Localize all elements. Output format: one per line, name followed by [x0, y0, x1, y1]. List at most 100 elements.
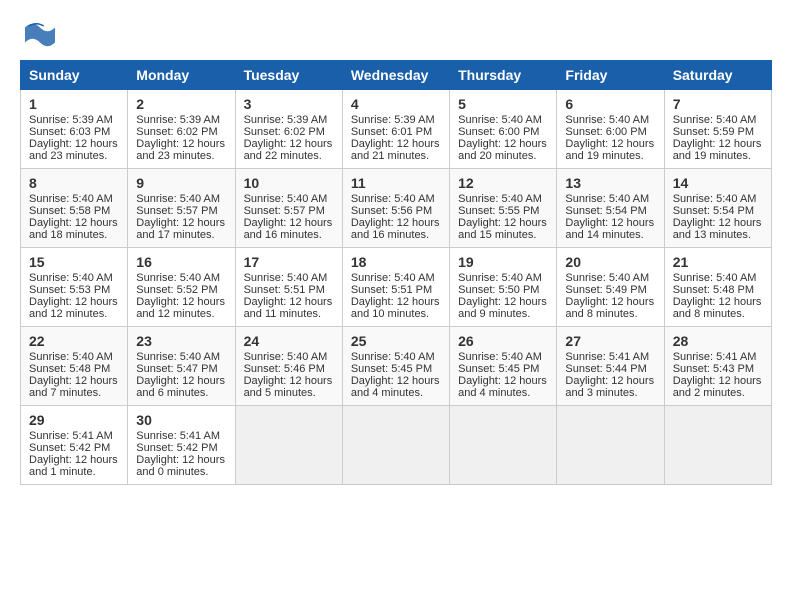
sunrise-text: Sunrise: 5:39 AM	[244, 114, 328, 126]
calendar-cell: 27 Sunrise: 5:41 AM Sunset: 5:44 PM Dayl…	[557, 327, 664, 406]
day-of-week-header: Friday	[557, 61, 664, 90]
sunset-text: Sunset: 5:54 PM	[565, 205, 646, 217]
sunrise-text: Sunrise: 5:39 AM	[351, 114, 435, 126]
calendar-cell	[450, 406, 557, 485]
day-number: 16	[136, 254, 226, 270]
calendar-cell: 16 Sunrise: 5:40 AM Sunset: 5:52 PM Dayl…	[128, 248, 235, 327]
page-header	[20, 20, 772, 50]
sunrise-text: Sunrise: 5:41 AM	[29, 430, 113, 442]
daylight-text: Daylight: 12 hours and 23 minutes.	[136, 138, 225, 162]
sunset-text: Sunset: 5:57 PM	[244, 205, 325, 217]
days-of-week-row: SundayMondayTuesdayWednesdayThursdayFrid…	[21, 61, 772, 90]
calendar-cell: 3 Sunrise: 5:39 AM Sunset: 6:02 PM Dayli…	[235, 90, 342, 169]
day-number: 15	[29, 254, 119, 270]
sunset-text: Sunset: 6:03 PM	[29, 126, 110, 138]
logo-icon	[20, 20, 60, 50]
sunrise-text: Sunrise: 5:41 AM	[136, 430, 220, 442]
sunrise-text: Sunrise: 5:40 AM	[244, 193, 328, 205]
calendar-cell: 14 Sunrise: 5:40 AM Sunset: 5:54 PM Dayl…	[664, 169, 771, 248]
calendar-cell: 7 Sunrise: 5:40 AM Sunset: 5:59 PM Dayli…	[664, 90, 771, 169]
sunset-text: Sunset: 5:57 PM	[136, 205, 217, 217]
daylight-text: Daylight: 12 hours and 8 minutes.	[673, 296, 762, 320]
daylight-text: Daylight: 12 hours and 3 minutes.	[565, 375, 654, 399]
calendar-cell: 30 Sunrise: 5:41 AM Sunset: 5:42 PM Dayl…	[128, 406, 235, 485]
daylight-text: Daylight: 12 hours and 7 minutes.	[29, 375, 118, 399]
sunset-text: Sunset: 6:00 PM	[565, 126, 646, 138]
calendar-week-row: 8 Sunrise: 5:40 AM Sunset: 5:58 PM Dayli…	[21, 169, 772, 248]
sunrise-text: Sunrise: 5:40 AM	[565, 114, 649, 126]
day-of-week-header: Wednesday	[342, 61, 449, 90]
daylight-text: Daylight: 12 hours and 12 minutes.	[29, 296, 118, 320]
calendar-cell: 25 Sunrise: 5:40 AM Sunset: 5:45 PM Dayl…	[342, 327, 449, 406]
day-number: 21	[673, 254, 763, 270]
sunset-text: Sunset: 6:02 PM	[136, 126, 217, 138]
calendar-cell: 21 Sunrise: 5:40 AM Sunset: 5:48 PM Dayl…	[664, 248, 771, 327]
calendar-cell	[557, 406, 664, 485]
daylight-text: Daylight: 12 hours and 16 minutes.	[244, 217, 333, 241]
sunrise-text: Sunrise: 5:40 AM	[673, 272, 757, 284]
daylight-text: Daylight: 12 hours and 17 minutes.	[136, 217, 225, 241]
calendar-cell: 11 Sunrise: 5:40 AM Sunset: 5:56 PM Dayl…	[342, 169, 449, 248]
day-number: 19	[458, 254, 548, 270]
day-number: 8	[29, 175, 119, 191]
daylight-text: Daylight: 12 hours and 20 minutes.	[458, 138, 547, 162]
day-number: 27	[565, 333, 655, 349]
day-number: 10	[244, 175, 334, 191]
sunrise-text: Sunrise: 5:41 AM	[565, 351, 649, 363]
day-of-week-header: Monday	[128, 61, 235, 90]
day-number: 14	[673, 175, 763, 191]
sunset-text: Sunset: 5:48 PM	[673, 284, 754, 296]
sunrise-text: Sunrise: 5:39 AM	[136, 114, 220, 126]
day-number: 12	[458, 175, 548, 191]
daylight-text: Daylight: 12 hours and 11 minutes.	[244, 296, 333, 320]
calendar-cell: 29 Sunrise: 5:41 AM Sunset: 5:42 PM Dayl…	[21, 406, 128, 485]
sunset-text: Sunset: 5:47 PM	[136, 363, 217, 375]
daylight-text: Daylight: 12 hours and 19 minutes.	[565, 138, 654, 162]
day-number: 20	[565, 254, 655, 270]
calendar-week-row: 1 Sunrise: 5:39 AM Sunset: 6:03 PM Dayli…	[21, 90, 772, 169]
day-number: 25	[351, 333, 441, 349]
sunset-text: Sunset: 6:00 PM	[458, 126, 539, 138]
sunrise-text: Sunrise: 5:40 AM	[351, 272, 435, 284]
day-number: 22	[29, 333, 119, 349]
sunset-text: Sunset: 5:50 PM	[458, 284, 539, 296]
day-number: 3	[244, 96, 334, 112]
sunset-text: Sunset: 5:49 PM	[565, 284, 646, 296]
calendar-cell: 1 Sunrise: 5:39 AM Sunset: 6:03 PM Dayli…	[21, 90, 128, 169]
calendar-cell: 8 Sunrise: 5:40 AM Sunset: 5:58 PM Dayli…	[21, 169, 128, 248]
sunset-text: Sunset: 5:42 PM	[29, 442, 110, 454]
day-of-week-header: Saturday	[664, 61, 771, 90]
calendar-week-row: 15 Sunrise: 5:40 AM Sunset: 5:53 PM Dayl…	[21, 248, 772, 327]
sunrise-text: Sunrise: 5:40 AM	[29, 351, 113, 363]
sunrise-text: Sunrise: 5:40 AM	[136, 193, 220, 205]
sunset-text: Sunset: 5:51 PM	[244, 284, 325, 296]
sunrise-text: Sunrise: 5:40 AM	[458, 351, 542, 363]
daylight-text: Daylight: 12 hours and 9 minutes.	[458, 296, 547, 320]
calendar-cell: 10 Sunrise: 5:40 AM Sunset: 5:57 PM Dayl…	[235, 169, 342, 248]
day-number: 7	[673, 96, 763, 112]
calendar-cell: 26 Sunrise: 5:40 AM Sunset: 5:45 PM Dayl…	[450, 327, 557, 406]
sunset-text: Sunset: 6:02 PM	[244, 126, 325, 138]
daylight-text: Daylight: 12 hours and 21 minutes.	[351, 138, 440, 162]
sunset-text: Sunset: 5:51 PM	[351, 284, 432, 296]
sunrise-text: Sunrise: 5:40 AM	[565, 272, 649, 284]
sunrise-text: Sunrise: 5:40 AM	[244, 351, 328, 363]
calendar-cell: 5 Sunrise: 5:40 AM Sunset: 6:00 PM Dayli…	[450, 90, 557, 169]
day-of-week-header: Tuesday	[235, 61, 342, 90]
day-number: 17	[244, 254, 334, 270]
daylight-text: Daylight: 12 hours and 23 minutes.	[29, 138, 118, 162]
calendar-cell: 17 Sunrise: 5:40 AM Sunset: 5:51 PM Dayl…	[235, 248, 342, 327]
sunrise-text: Sunrise: 5:40 AM	[673, 193, 757, 205]
sunset-text: Sunset: 5:55 PM	[458, 205, 539, 217]
calendar-cell: 4 Sunrise: 5:39 AM Sunset: 6:01 PM Dayli…	[342, 90, 449, 169]
calendar-cell	[664, 406, 771, 485]
daylight-text: Daylight: 12 hours and 1 minute.	[29, 454, 118, 478]
sunrise-text: Sunrise: 5:40 AM	[136, 272, 220, 284]
calendar-cell: 19 Sunrise: 5:40 AM Sunset: 5:50 PM Dayl…	[450, 248, 557, 327]
calendar-week-row: 22 Sunrise: 5:40 AM Sunset: 5:48 PM Dayl…	[21, 327, 772, 406]
calendar-table: SundayMondayTuesdayWednesdayThursdayFrid…	[20, 60, 772, 485]
sunrise-text: Sunrise: 5:40 AM	[136, 351, 220, 363]
daylight-text: Daylight: 12 hours and 18 minutes.	[29, 217, 118, 241]
calendar-cell	[342, 406, 449, 485]
sunset-text: Sunset: 5:54 PM	[673, 205, 754, 217]
